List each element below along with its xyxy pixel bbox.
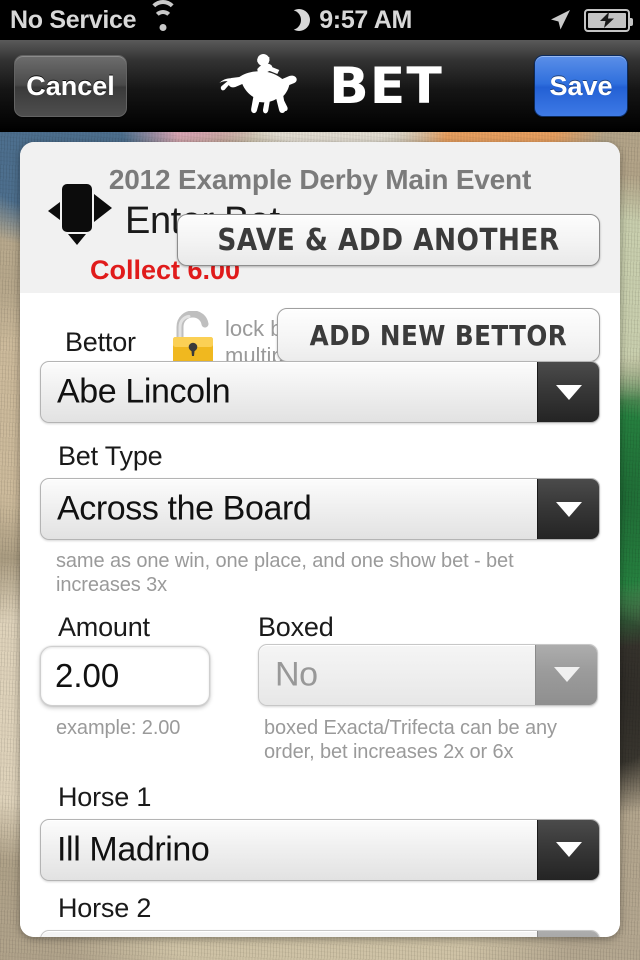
horse2-field: Horse 2: [40, 893, 600, 937]
bet-type-label: Bet Type: [58, 441, 163, 471]
save-and-add-another-label: SAVE & ADD ANOTHER: [217, 222, 560, 258]
boxed-label: Boxed: [258, 611, 334, 642]
status-bar-center: 9:57 AM: [154, 5, 548, 34]
chevron-down-icon[interactable]: [537, 362, 599, 422]
chevron-down-icon[interactable]: [535, 644, 597, 705]
cancel-button[interactable]: Cancel: [14, 55, 127, 117]
amount-label: Amount: [58, 611, 150, 642]
bettor-select-value: Abe Lincoln: [57, 372, 231, 411]
bet-type-select[interactable]: Across the Board: [40, 478, 600, 540]
add-new-bettor-label: ADD NEW BETTOR: [309, 318, 568, 352]
boxed-select-value: No: [275, 655, 318, 694]
racehorse-jockey-icon: [199, 51, 317, 121]
bet-type-select-value: Across the Board: [57, 489, 312, 528]
unlocked-padlock-icon[interactable]: [167, 310, 219, 366]
app-screen: No Service 9:57 AM Cancel BET Save 2012 …: [0, 0, 640, 960]
card-swipe-nav-icon[interactable]: [42, 184, 116, 246]
horse2-select[interactable]: [40, 929, 600, 937]
clock-label: 9:57 AM: [319, 5, 413, 34]
add-new-bettor-button[interactable]: ADD NEW BETTOR: [277, 308, 600, 362]
bet-type-hint: same as one win, one place, and one show…: [56, 550, 514, 597]
status-bar-right: [548, 8, 633, 32]
boxed-select[interactable]: No: [258, 643, 598, 706]
carrier-label: No Service: [10, 5, 137, 34]
amount-input[interactable]: 2.00: [40, 645, 210, 706]
bettor-label: Bettor: [65, 327, 136, 357]
horse1-field: Horse 1 Ill Madrino: [40, 782, 600, 881]
location-arrow-icon: [548, 8, 572, 32]
horse2-label: Horse 2: [58, 892, 152, 923]
amount-boxed-row: Amount 2.00 example: 2.00 Boxed No boxed…: [40, 612, 600, 782]
save-button[interactable]: Save: [534, 55, 628, 117]
horse1-select[interactable]: Ill Madrino: [40, 818, 600, 881]
bettor-field-header: Bettor lock bettor formultiple bets ADD …: [40, 293, 600, 368]
status-bar-left: No Service: [10, 0, 179, 34]
moon-icon: [290, 8, 311, 32]
chevron-down-icon[interactable]: [537, 819, 599, 880]
status-bar: No Service 9:57 AM: [0, 0, 640, 40]
horse1-select-value: Ill Madrino: [57, 830, 210, 869]
chevron-down-icon[interactable]: [537, 479, 599, 539]
boxed-hint: boxed Exacta/Trifecta can be any order, …: [264, 716, 557, 764]
horse1-label: Horse 1: [58, 781, 152, 812]
navigation-toolbar: Cancel BET Save: [0, 40, 640, 132]
app-brand-title: BET: [329, 56, 443, 115]
bet-type-field: Bet Type Across the Board same as one wi…: [40, 441, 600, 598]
chevron-down-icon[interactable]: [537, 930, 599, 937]
bet-form-card: 2012 Example Derby Main Event Enter Bet …: [20, 142, 620, 937]
card-header: 2012 Example Derby Main Event Enter Bet …: [20, 142, 620, 293]
card-body: Bettor lock bettor formultiple bets ADD …: [20, 293, 620, 937]
save-and-add-another-button[interactable]: SAVE & ADD ANOTHER: [176, 214, 600, 266]
bettor-select[interactable]: Abe Lincoln: [40, 361, 600, 423]
battery-charging-icon: [584, 8, 633, 32]
toolbar-title-group: BET: [199, 51, 443, 121]
amount-hint: example: 2.00: [56, 716, 181, 739]
wifi-icon: [148, 0, 179, 31]
